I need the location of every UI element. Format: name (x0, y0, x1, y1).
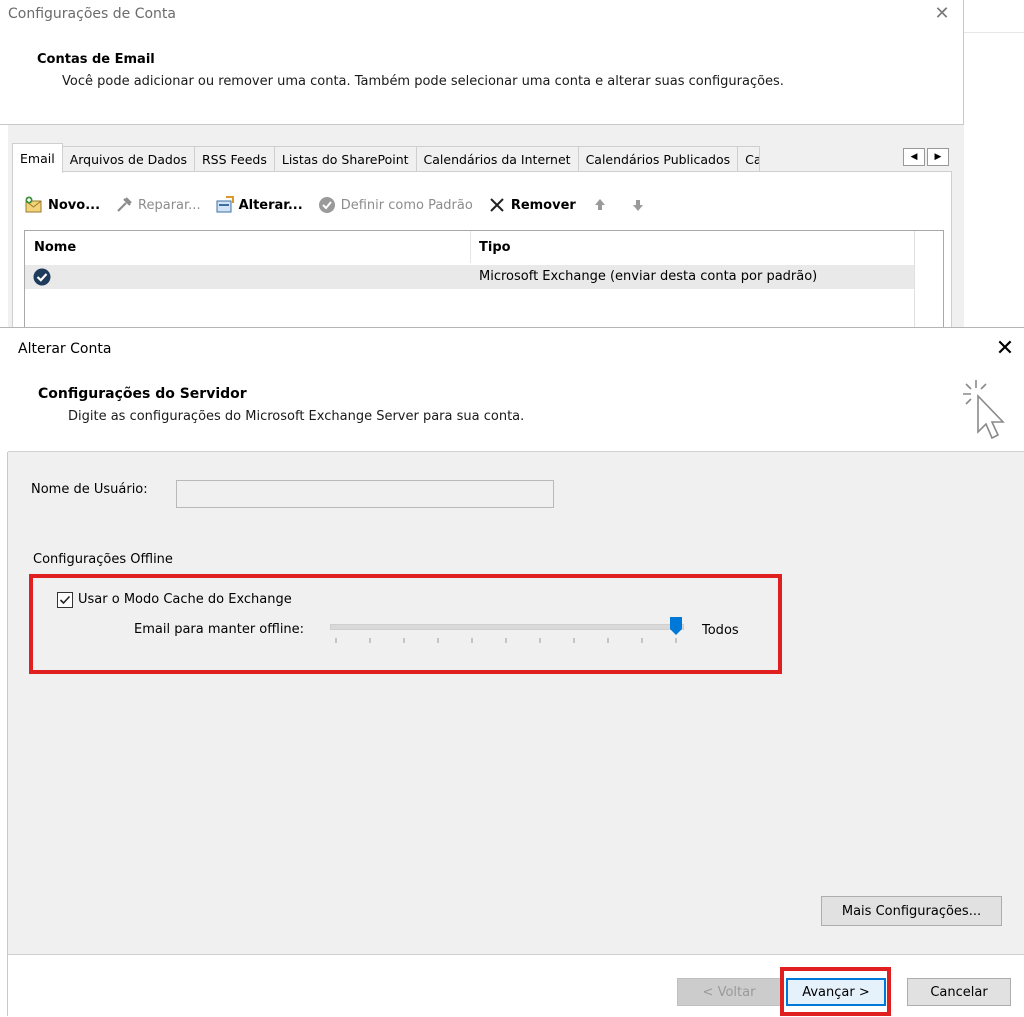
move-up-button[interactable] (590, 195, 614, 215)
more-settings-button[interactable]: Mais Configurações... (821, 896, 1002, 926)
new-account-label: Novo... (48, 197, 101, 213)
mail-new-icon (25, 196, 42, 213)
tab-address-books[interactable]: Ca (737, 146, 761, 173)
column-header-type[interactable]: Tipo (479, 240, 511, 255)
account-type-cell: Microsoft Exchange (enviar desta conta p… (479, 269, 818, 284)
move-up-icon (594, 199, 605, 210)
dialog-body (8, 452, 1024, 954)
back-button[interactable]: < Voltar (677, 978, 781, 1006)
window-divider (964, 32, 1024, 33)
keep-offline-value: Todos (702, 623, 739, 638)
default-account-icon (33, 268, 51, 286)
set-default-button[interactable]: Definir como Padrão (317, 195, 473, 215)
change-account-label: Alterar... (238, 197, 303, 213)
keep-offline-slider-thumb[interactable] (669, 616, 683, 636)
tab-published-calendars[interactable]: Calendários Publicados (577, 146, 739, 173)
column-header-name[interactable]: Nome (34, 240, 76, 255)
cursor-click-icon (963, 380, 1005, 440)
cancel-button[interactable]: Cancelar (907, 978, 1011, 1006)
move-down-icon (632, 200, 643, 211)
tab-email[interactable]: Email (12, 143, 63, 173)
account-settings-close-button[interactable]: ✕ (930, 2, 954, 26)
default-check-icon (318, 197, 335, 213)
change-account-title: Alterar Conta (18, 341, 112, 357)
server-settings-heading: Configurações do Servidor (38, 386, 247, 402)
tab-internet-calendars[interactable]: Calendários da Internet (415, 146, 579, 173)
dialog-footer-separator (8, 954, 1024, 955)
tab-rss-feeds[interactable]: RSS Feeds (194, 146, 275, 173)
repair-account-button[interactable]: Reparar... (114, 195, 201, 215)
move-down-button[interactable] (628, 195, 652, 215)
username-label: Nome de Usuário: (31, 482, 148, 497)
tab-data-files[interactable]: Arquivos de Dados (61, 146, 195, 173)
checkmark-icon (59, 595, 71, 605)
next-button[interactable]: Avançar > (786, 978, 886, 1006)
tab-scroll-buttons: ◀ ▶ (903, 148, 951, 166)
username-input[interactable] (176, 480, 554, 508)
tab-sharepoint-lists[interactable]: Listas do SharePoint (273, 146, 417, 173)
set-default-label: Definir como Padrão (340, 197, 473, 213)
email-accounts-description: Você pode adicionar ou remover uma conta… (62, 74, 784, 89)
keep-offline-label: Email para manter offline: (134, 622, 305, 637)
account-list-scrollbar[interactable] (914, 231, 942, 330)
cache-mode-label[interactable]: Usar o Modo Cache do Exchange (78, 592, 292, 607)
account-toolbar: Novo... Reparar... Alterar... Definir co… (24, 193, 666, 217)
account-settings-title: Configurações de Conta (8, 6, 176, 22)
column-divider (470, 231, 471, 263)
tab-scroll-left-button[interactable]: ◀ (903, 148, 925, 166)
account-tabs: Email Arquivos de Dados RSS Feeds Listas… (12, 143, 761, 173)
repair-account-label: Reparar... (138, 197, 201, 213)
remove-account-label: Remover (510, 197, 576, 213)
change-account-close-button[interactable]: ✕ (990, 334, 1020, 364)
keep-offline-slider-track[interactable] (330, 624, 684, 630)
server-settings-description: Digite as configurações do Microsoft Exc… (68, 409, 525, 424)
remove-account-button[interactable]: Remover (487, 195, 576, 215)
new-account-button[interactable]: Novo... (24, 195, 100, 215)
offline-settings-label: Configurações Offline (33, 552, 173, 567)
tab-scroll-right-button[interactable]: ▶ (927, 148, 949, 166)
cache-mode-checkbox[interactable] (57, 592, 73, 608)
remove-x-icon (490, 198, 504, 212)
repair-icon (117, 197, 132, 212)
email-accounts-heading: Contas de Email (37, 52, 155, 67)
keep-offline-slider-ticks (335, 638, 677, 643)
change-account-button[interactable]: Alterar... (215, 195, 303, 215)
dialog-edge (7, 452, 8, 1016)
change-icon (216, 196, 234, 213)
